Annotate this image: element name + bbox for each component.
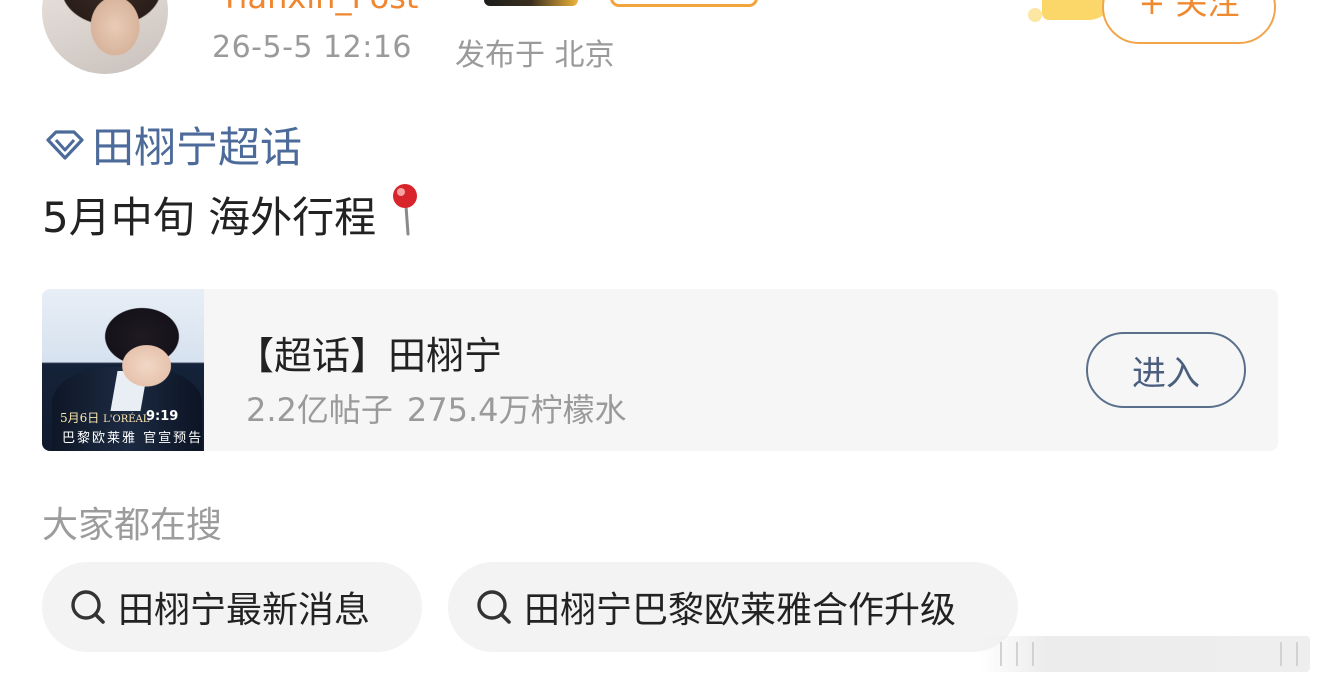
level-badge-icon (610, 0, 758, 7)
search-chip[interactable]: 田栩宁最新消息 (42, 562, 422, 652)
trending-search-heading: 大家都在搜 (42, 505, 223, 546)
search-chip[interactable]: 田栩宁巴黎欧莱雅合作升级 (448, 562, 1018, 652)
search-chip-label: 田栩宁巴黎欧莱雅合作升级 (524, 590, 957, 631)
round-pushpin-icon (384, 182, 428, 246)
super-topic-stats: 2.2亿帖子 275.4万柠檬水 (246, 385, 627, 431)
super-topic-title: 【超话】田栩宁 (236, 334, 503, 378)
search-chip-label: 田栩宁最新消息 (118, 590, 371, 631)
post-content: 5月中旬 海外行程 (42, 182, 428, 246)
diamond-icon (44, 124, 86, 166)
post-text: 5月中旬 海外行程 (42, 192, 377, 242)
user-avatar[interactable] (42, 0, 168, 74)
follow-decoration-dot (1028, 8, 1042, 22)
super-topic-thumbnail: 5月6日 L'ORÉAL 9:19 巴黎欧莱雅 官宣预告 (42, 289, 204, 451)
horizontal-scrollbar[interactable] (980, 636, 1310, 672)
super-topic-label: 田栩宁超话 (92, 123, 303, 172)
thumbnail-date: 5月6日 L'ORÉAL (60, 411, 150, 425)
enter-button[interactable]: 进入 (1086, 332, 1246, 408)
super-topic-card[interactable]: 5月6日 L'ORÉAL 9:19 巴黎欧莱雅 官宣预告 【超话】田栩宁 2.2… (42, 289, 1278, 451)
super-topic-tag[interactable]: 田栩宁超话 (44, 114, 302, 175)
thumbnail-time: 9:19 (146, 409, 179, 424)
thumbnail-figure-head (96, 307, 188, 391)
vip-badge-icon (484, 0, 578, 6)
search-icon (474, 587, 514, 627)
thumbnail-caption: 巴黎欧莱雅 官宣预告 (62, 431, 204, 446)
search-icon (68, 587, 108, 627)
posts-count: 2.2亿帖子 (246, 391, 393, 429)
username[interactable]: Tianxin_Post (220, 0, 418, 16)
fans-count: 275.4万柠檬水 (406, 391, 627, 429)
post-timestamp: 26-5-5 12:16 (212, 30, 412, 65)
follow-button[interactable]: + 关注 (1102, 0, 1276, 44)
post-location: 发布于 北京 (455, 38, 615, 73)
